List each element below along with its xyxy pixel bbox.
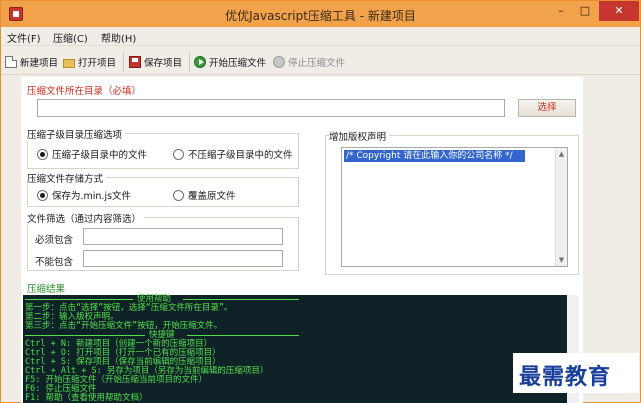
main-panel: 压缩文件所在目录（必填） 选择 压缩子级目录压缩选项 压缩子级目录中的文件 不压… — [21, 77, 583, 403]
toolbar-separator — [123, 52, 124, 72]
menu-compress[interactable]: 压缩(C) — [53, 30, 88, 45]
watermark-text: 最需教育 — [519, 364, 612, 390]
stop-icon — [273, 56, 285, 68]
radio-unselected-icon — [173, 189, 184, 201]
must-not-contain-label: 不能包含 — [35, 257, 74, 268]
stop-compress-button[interactable]: 停止压缩文件 — [273, 54, 345, 70]
radio-skip-subdirs-label: 不压缩子级目录中的文件 — [188, 150, 293, 161]
directory-input[interactable] — [37, 99, 505, 117]
menu-file[interactable]: 文件(F) — [7, 30, 41, 45]
maximize-button[interactable]: □ — [573, 1, 597, 21]
must-contain-input[interactable] — [83, 228, 283, 245]
copyright-text: /* Copyright 请在此输入你的公司名称 */ — [344, 150, 525, 162]
app-window: 优优Javascript压缩工具 - 新建项目 – □ ✕ 文件(F) 压缩(C… — [0, 0, 641, 403]
watermark-logo: 最需教育 — [513, 353, 639, 393]
directory-label: 压缩文件所在目录（必填） — [27, 86, 142, 97]
start-compress-button[interactable]: 开始压缩文件 — [194, 54, 266, 70]
copyright-scrollbar[interactable]: ▲ ▼ — [555, 148, 567, 266]
must-contain-label: 必须包含 — [35, 235, 74, 246]
new-file-icon — [5, 56, 17, 68]
result-line: 第三步：点击“开始压缩文件”按钮，开始压缩文件。 — [25, 321, 223, 331]
save-icon — [129, 56, 141, 68]
save-project-button[interactable]: 保存项目 — [129, 54, 182, 70]
title-bar[interactable]: 优优Javascript压缩工具 - 新建项目 – □ ✕ — [1, 1, 640, 27]
browse-button[interactable]: 选择 — [518, 99, 576, 117]
new-project-button[interactable]: 新建项目 — [5, 54, 58, 70]
shortcut-rule-right — [187, 335, 299, 336]
shortcut-rule-left — [25, 335, 145, 336]
scroll-down-icon[interactable]: ▼ — [556, 254, 567, 266]
subdir-options-label: 压缩子级目录压缩选项 — [27, 127, 126, 141]
toolbar: 新建项目 打开项目 保存项目 开始压缩文件 停止压缩文件 — [1, 45, 640, 75]
folder-icon — [63, 58, 75, 68]
radio-compress-subdirs-label: 压缩子级目录中的文件 — [52, 150, 148, 161]
result-output[interactable]: 使用帮助 第一步：点击“选择”按钮，选择“压缩文件所在目录”。 第二步：输入版权… — [23, 295, 579, 403]
window-title: 优优Javascript压缩工具 - 新建项目 — [225, 9, 416, 23]
toolbar-separator — [189, 52, 190, 72]
close-button[interactable]: ✕ — [599, 1, 639, 21]
play-icon — [194, 56, 206, 68]
result-line: F1: 帮助（查看使用帮助文档） — [25, 393, 148, 403]
menu-help[interactable]: 帮助(H) — [101, 30, 136, 45]
copyright-label: 增加版权声明 — [329, 129, 390, 143]
open-project-label: 打开项目 — [78, 58, 117, 69]
open-project-button[interactable]: 打开项目 — [63, 54, 116, 70]
filter-label: 文件筛选（通过内容筛选） — [27, 211, 145, 225]
start-compress-label: 开始压缩文件 — [209, 58, 267, 69]
radio-overwrite[interactable]: 覆盖原文件 — [173, 188, 236, 202]
must-not-contain-input[interactable] — [83, 250, 283, 267]
scroll-up-icon[interactable]: ▲ — [556, 148, 567, 160]
menu-bar: 文件(F) 压缩(C) 帮助(H) — [1, 27, 640, 45]
radio-save-min-js-label: 保存为.min.js文件 — [52, 191, 132, 202]
result-label: 压缩结果 — [27, 284, 66, 295]
radio-unselected-icon — [173, 148, 184, 160]
radio-overwrite-label: 覆盖原文件 — [188, 191, 236, 202]
radio-compress-subdirs[interactable]: 压缩子级目录中的文件 — [37, 147, 147, 161]
radio-selected-icon — [37, 148, 48, 160]
copyright-textarea[interactable]: /* Copyright 请在此输入你的公司名称 */ ▲ ▼ — [341, 147, 568, 267]
radio-skip-subdirs[interactable]: 不压缩子级目录中的文件 — [173, 147, 293, 161]
minimize-button[interactable]: – — [549, 1, 573, 21]
save-project-label: 保存项目 — [144, 58, 183, 69]
help-rule-left — [25, 299, 133, 300]
help-rule-right — [183, 299, 299, 300]
new-project-label: 新建项目 — [20, 58, 59, 69]
radio-selected-icon — [37, 189, 48, 201]
radio-save-min-js[interactable]: 保存为.min.js文件 — [37, 188, 131, 202]
stop-compress-label: 停止压缩文件 — [288, 58, 346, 69]
storage-label: 压缩文件存储方式 — [27, 171, 107, 185]
